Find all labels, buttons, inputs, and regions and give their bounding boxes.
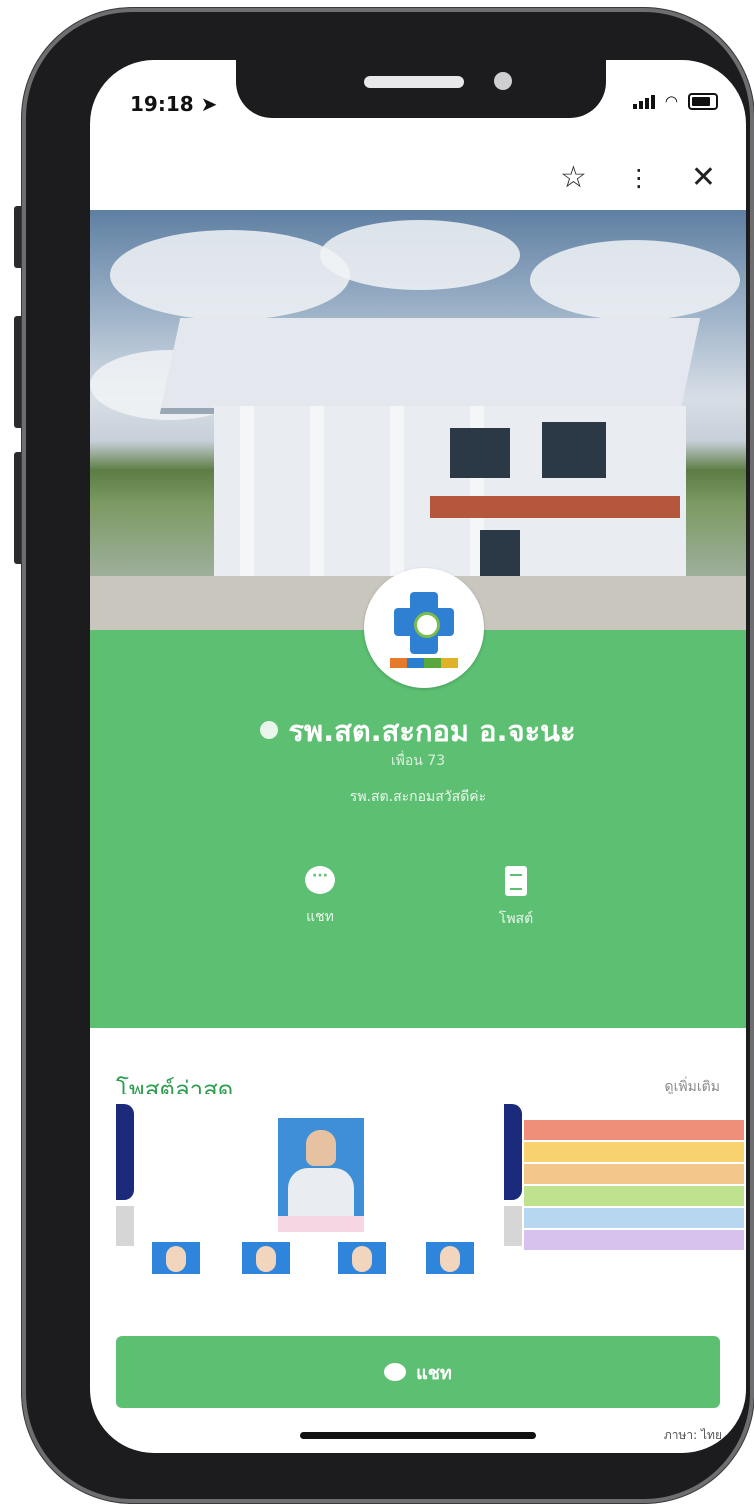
post-card[interactable] [116,1094,500,1274]
cover-photo [90,210,746,630]
status-time: 19:18 ➤ [130,92,218,116]
profile-description: รพ.สต.สะกอมสวัสดีค่ะ [349,789,487,805]
notch [236,60,606,118]
more-options-icon[interactable]: ⋮ [627,164,651,192]
close-icon[interactable]: ✕ [691,160,716,195]
chat-bubble-icon [305,866,335,894]
friend-count: เพื่อน 73 [390,753,446,769]
wifi-icon: ◠ [664,92,678,110]
chat-action[interactable]: แชท [260,866,380,928]
cellular-signal-icon [632,93,655,109]
front-camera [494,72,512,90]
post-card[interactable] [504,1094,746,1274]
profile-name: รพ.สต.สะกอม อ.จะนะ [90,708,746,754]
profile-header [90,630,746,1028]
chat-action-label: แชท [306,909,334,925]
battery-icon [688,92,718,110]
post-photo [278,1118,364,1218]
top-action-bar: ☆ ⋮ ✕ [560,160,716,195]
home-indicator [300,1432,536,1439]
star-icon[interactable]: ☆ [560,160,587,195]
profile-avatar[interactable] [364,568,484,688]
language-selector[interactable]: ภาษา: ไทย [664,1426,722,1445]
location-arrow-icon: ➤ [200,92,218,116]
chat-bubble-icon [384,1363,407,1381]
latest-posts-carousel [116,1094,746,1274]
posts-action[interactable]: โพสต์ [456,866,576,930]
speaker-grille [364,76,464,88]
chat-button-label: แชท [416,1362,452,1384]
phone-screen: 19:18 ➤ ◠ ☆ ⋮ ✕ รพ.สต.สะกอม อ.จะนะ เพื่อ… [90,60,746,1453]
chat-button[interactable]: แชท [116,1336,720,1408]
document-icon [505,866,527,896]
verified-badge-icon [260,721,279,739]
posts-action-label: โพสต์ [498,911,534,927]
status-icons: ◠ [632,92,718,110]
phone-frame: 19:18 ➤ ◠ ☆ ⋮ ✕ รพ.สต.สะกอม อ.จะนะ เพื่อ… [22,8,754,1503]
